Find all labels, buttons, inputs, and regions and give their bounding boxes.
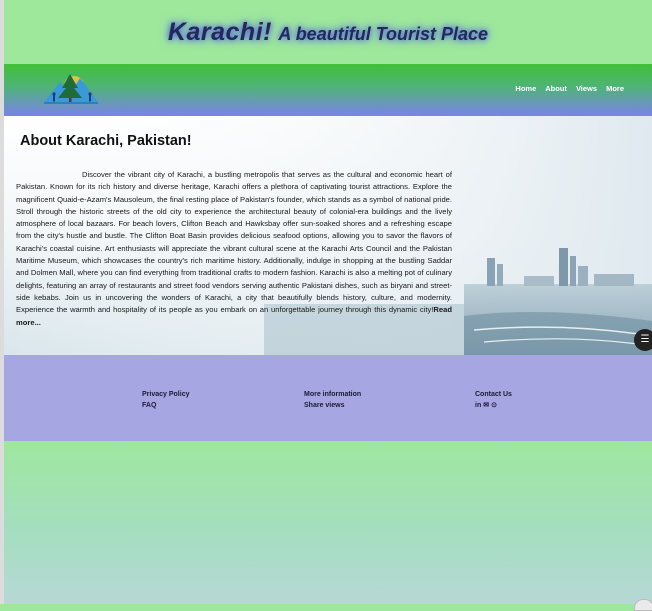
share-views-link[interactable]: Share views bbox=[304, 400, 361, 411]
main-nav: Home About Views More bbox=[515, 84, 624, 93]
about-paragraph: Discover the vibrant city of Karachi, a … bbox=[16, 169, 452, 329]
filter-settings-icon[interactable]: ☰ bbox=[634, 329, 652, 351]
social-links: in ✉ ⊙ bbox=[475, 400, 512, 411]
faq-link[interactable]: FAQ bbox=[142, 400, 189, 411]
privacy-policy-link[interactable]: Privacy Policy bbox=[142, 389, 189, 400]
about-heading: About Karachi, Pakistan! bbox=[20, 133, 192, 149]
footer-column-contact: Contact Us in ✉ ⊙ bbox=[475, 389, 512, 411]
github-icon[interactable]: ⊙ bbox=[491, 400, 497, 411]
mail-icon[interactable]: ✉ bbox=[483, 400, 489, 411]
nav-views[interactable]: Views bbox=[576, 84, 597, 93]
page: Karachi! A beautiful Tourist Place Home … bbox=[4, 0, 652, 611]
contact-us-link[interactable]: Contact Us bbox=[475, 389, 512, 400]
page-title: Karachi! A beautiful Tourist Place bbox=[4, 18, 652, 47]
about-body-text: Discover the vibrant city of Karachi, a … bbox=[16, 170, 452, 315]
about-section: About Karachi, Pakistan! Discover the vi… bbox=[4, 116, 652, 355]
footer-column-info: More information Share views bbox=[304, 389, 361, 411]
more-information-link[interactable]: More information bbox=[304, 389, 361, 400]
nav-about[interactable]: About bbox=[545, 84, 567, 93]
title-subtitle: A beautiful Tourist Place bbox=[278, 24, 489, 44]
nav-more[interactable]: More bbox=[606, 84, 624, 93]
navbar: Home About Views More bbox=[4, 64, 652, 116]
footer-column-legal: Privacy Policy FAQ bbox=[142, 389, 189, 411]
linkedin-icon[interactable]: in bbox=[475, 400, 481, 411]
scroll-handle[interactable] bbox=[634, 599, 652, 611]
footer: Privacy Policy FAQ More information Shar… bbox=[4, 355, 652, 441]
logo-mountain-tree-icon[interactable] bbox=[40, 68, 104, 108]
nav-home[interactable]: Home bbox=[515, 84, 536, 93]
title-main: Karachi! bbox=[167, 18, 272, 46]
